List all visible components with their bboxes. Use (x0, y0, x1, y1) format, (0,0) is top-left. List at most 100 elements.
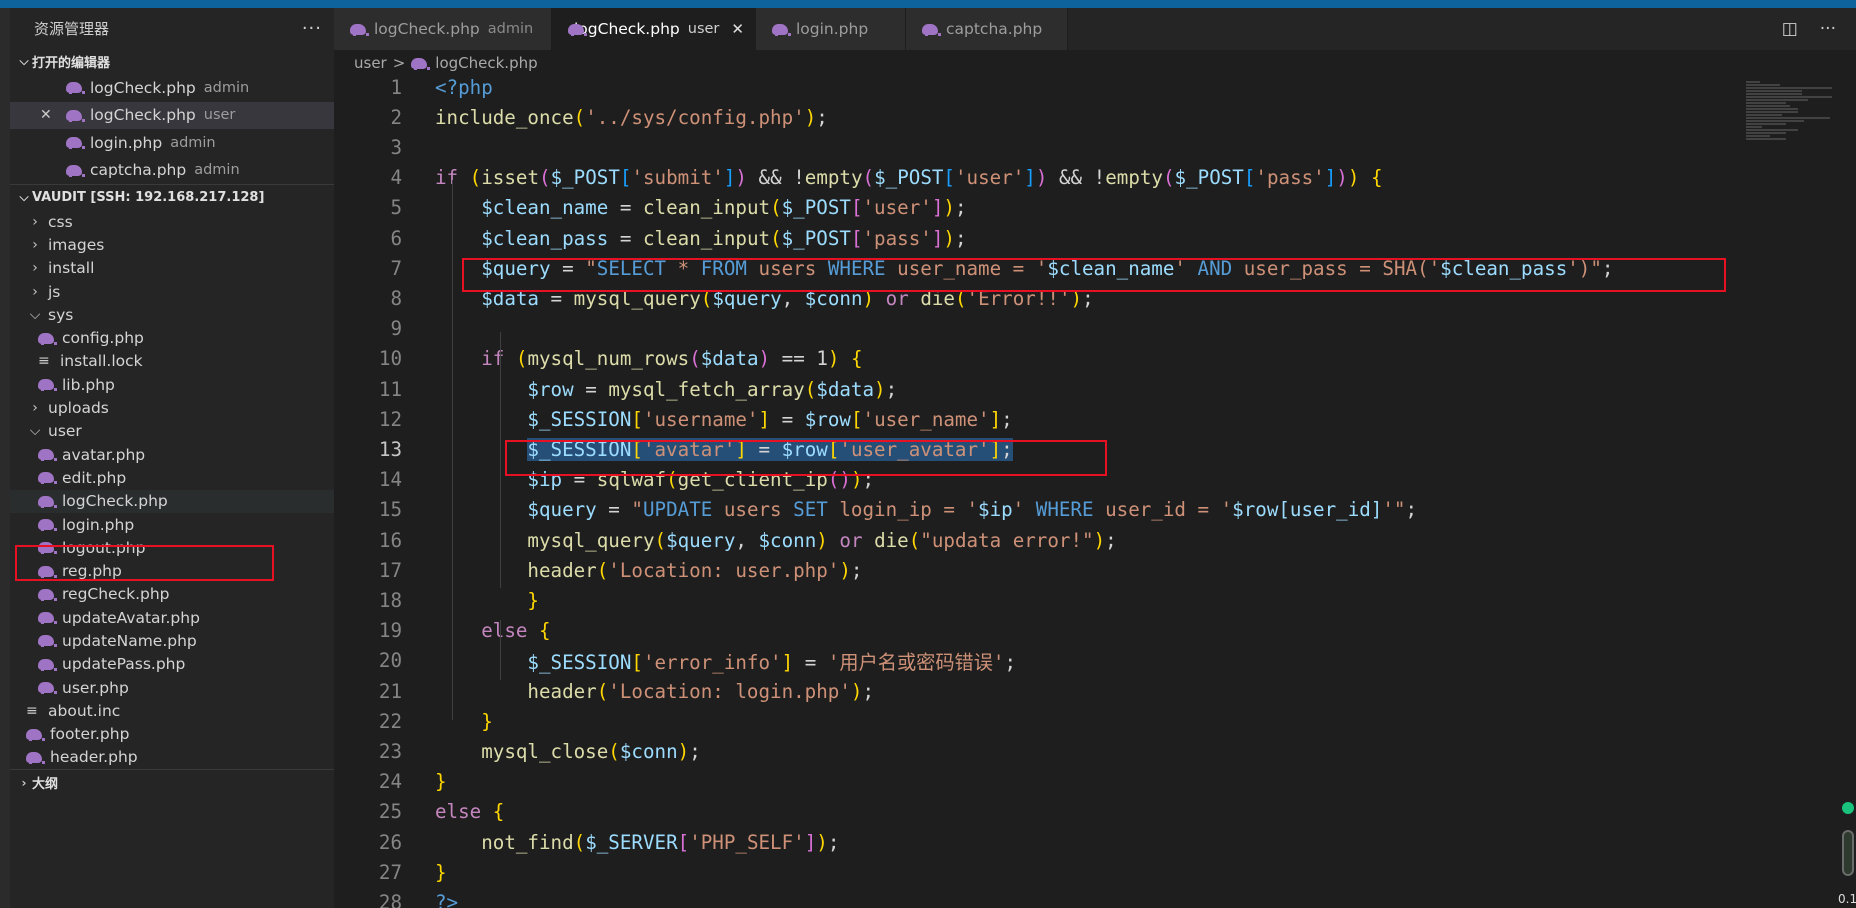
chevron-right-icon: › (32, 260, 38, 277)
php-file-icon (66, 109, 85, 122)
open-editors-section[interactable]: ⌵ 打开的编辑器 (10, 48, 334, 74)
chevron-down-icon: ⌵ (19, 53, 29, 68)
code-line[interactable]: 12 $_SESSION['username'] = $row['user_na… (334, 404, 1734, 434)
line-number: 23 (378, 739, 402, 763)
code-line[interactable]: 26 not_find($_SERVER['PHP_SELF']); (334, 827, 1734, 857)
tree-item-label: regCheck.php (62, 585, 170, 604)
tree-item-login-php[interactable]: login.php (10, 513, 334, 536)
code-line[interactable]: 22 } (334, 706, 1734, 736)
open-editors-title: 打开的编辑器 (32, 55, 111, 71)
tree-item-label: edit.php (62, 468, 127, 487)
tree-item-logcheck-php[interactable]: logCheck.php (10, 489, 334, 513)
tab-captcha[interactable]: captcha.php (906, 8, 1068, 50)
tree-item-user-php[interactable]: user.php (10, 676, 334, 699)
code-line[interactable]: 9 (334, 314, 1734, 344)
code-line[interactable]: 27} (334, 857, 1734, 887)
code-line[interactable]: 2 include_once('../sys/config.php'); (334, 102, 1734, 132)
code-line[interactable]: 6 $clean_pass = clean_input($_POST['pass… (334, 223, 1734, 253)
chevron-right-icon: › (32, 236, 38, 253)
code-editor[interactable]: 1 <?php 2 include_once('../sys/config.php')… (334, 76, 1856, 908)
tab-login[interactable]: login.php (756, 8, 906, 50)
open-editor-folder: admin (194, 162, 240, 179)
code-line[interactable]: 25 else { (334, 797, 1734, 827)
tree-item-avatar-php[interactable]: avatar.php (10, 443, 334, 466)
close-icon[interactable]: ✕ (40, 107, 52, 123)
breadcrumb-file[interactable]: logCheck.php (435, 54, 537, 72)
code-line[interactable]: 8 $data = mysql_query($query, $conn) or … (334, 283, 1734, 313)
breadcrumb-folder[interactable]: user (354, 54, 387, 72)
minimap[interactable] (1738, 76, 1838, 908)
code-line[interactable]: 11 $row = mysql_fetch_array($data); (334, 374, 1734, 404)
tab-logcheck-user[interactable]: logCheck.php user ✕ (552, 8, 756, 50)
open-editor-item-active[interactable]: ✕ logCheck.php user (10, 101, 334, 129)
tree-item-label: install.lock (60, 352, 143, 371)
code-line[interactable]: 28 ?> (334, 887, 1734, 908)
code-line[interactable]: 3 (334, 132, 1734, 162)
code-text: } (481, 709, 493, 733)
code-line[interactable]: 21 header('Location: login.php'); (334, 676, 1734, 706)
tree-item-label: install (48, 259, 95, 278)
code-line[interactable]: 20 $_SESSION['error_info'] = '用户名或密码错误'; (334, 646, 1734, 676)
code-line[interactable]: 17 header('Location: user.php'); (334, 555, 1734, 585)
code-line[interactable]: 7 $query = "SELECT * FROM users WHERE us… (334, 253, 1734, 283)
tree-item-install-lock[interactable]: ≡ install.lock (10, 350, 334, 373)
line-number: 7 (390, 256, 402, 280)
open-editor-item[interactable]: logCheck.php admin (10, 74, 334, 102)
code-line[interactable]: 1 <?php (334, 76, 1734, 102)
tree-item-label: header.php (50, 748, 138, 767)
tree-item-reg-php[interactable]: reg.php (10, 559, 334, 582)
line-number: 11 (378, 377, 402, 401)
code-line[interactable]: 18 } (334, 585, 1734, 615)
more-icon[interactable]: ··· (1820, 19, 1836, 39)
code-line[interactable]: 24} (334, 767, 1734, 797)
scroll-thumb[interactable] (1842, 830, 1854, 876)
code-line[interactable]: 16 mysql_query($query, $conn) or die("up… (334, 525, 1734, 555)
tree-item-edit-php[interactable]: edit.php (10, 466, 334, 489)
tree-item-config-php[interactable]: config.php (10, 326, 334, 349)
line-number: 1 (390, 76, 402, 99)
php-file-icon (26, 751, 45, 764)
tree-item-updatename-php[interactable]: updateName.php (10, 629, 334, 652)
tree-item-user[interactable]: ⌵ user (10, 420, 334, 443)
tree-item-updatepass-php[interactable]: updatePass.php (10, 653, 334, 676)
close-tab-icon[interactable]: ✕ (731, 20, 744, 38)
more-actions-icon[interactable]: ··· (302, 18, 322, 39)
open-editor-folder: admin (170, 134, 216, 151)
tree-item-install[interactable]: › install (10, 257, 334, 280)
open-editor-label: captcha.php (90, 161, 187, 180)
tree-item-updateavatar-php[interactable]: updateAvatar.php (10, 606, 334, 629)
tree-item-uploads[interactable]: › uploads (10, 396, 334, 419)
tree-item-images[interactable]: › images (10, 233, 334, 256)
open-editor-item[interactable]: captcha.php admin (10, 157, 334, 185)
code-line[interactable]: 23 mysql_close($conn); (334, 736, 1734, 766)
tree-item-label: css (48, 212, 73, 231)
php-file-icon (38, 588, 57, 601)
tree-item-css[interactable]: › css (10, 210, 334, 233)
tree-item-about-inc[interactable]: ≡ about.inc (10, 699, 334, 722)
outline-section[interactable]: › 大纲 (10, 769, 334, 795)
tree-item-footer-php[interactable]: footer.php (10, 723, 334, 746)
code-line[interactable]: 14 $ip = sqlwaf(get_client_ip()); (334, 465, 1734, 495)
code-line[interactable]: 4 if (isset($_POST['submit']) && !empty($… (334, 163, 1734, 193)
code-line[interactable]: 15 $query = "UPDATE users SET login_ip =… (334, 495, 1734, 525)
workspace-section[interactable]: ⌵ VAUDIT [SSH: 192.168.217.128] (10, 184, 334, 210)
tree-item-label: footer.php (50, 725, 130, 744)
tree-item-logout-php[interactable]: logout.php (10, 536, 334, 559)
tree-item-regcheck-php[interactable]: regCheck.php (10, 583, 334, 606)
tree-item-label: user.php (62, 678, 129, 697)
tree-item-header-php[interactable]: header.php (10, 746, 334, 769)
code-line[interactable]: 10 if (mysql_num_rows($data) == 1) { (334, 344, 1734, 374)
tree-item-sys[interactable]: ⌵ sys (10, 303, 334, 326)
tab-label: captcha.php (946, 20, 1043, 38)
code-line[interactable]: 13 $_SESSION['avatar'] = $row['user_avat… (334, 434, 1734, 464)
tree-item-js[interactable]: › js (10, 280, 334, 303)
code-line[interactable]: 19 else { (334, 616, 1734, 646)
code-line[interactable]: 5 $clean_name = clean_input($_POST['user… (334, 193, 1734, 223)
workspace-title: VAUDIT [SSH: 192.168.217.128] (32, 190, 265, 205)
split-editor-icon[interactable]: ◫ (1782, 19, 1798, 39)
line-number: 3 (390, 135, 402, 159)
open-editor-item[interactable]: login.php admin (10, 129, 334, 157)
tree-item-lib-php[interactable]: lib.php (10, 373, 334, 396)
tab-logcheck-admin[interactable]: logCheck.php admin (334, 8, 552, 50)
code-text: <?php (435, 76, 493, 99)
